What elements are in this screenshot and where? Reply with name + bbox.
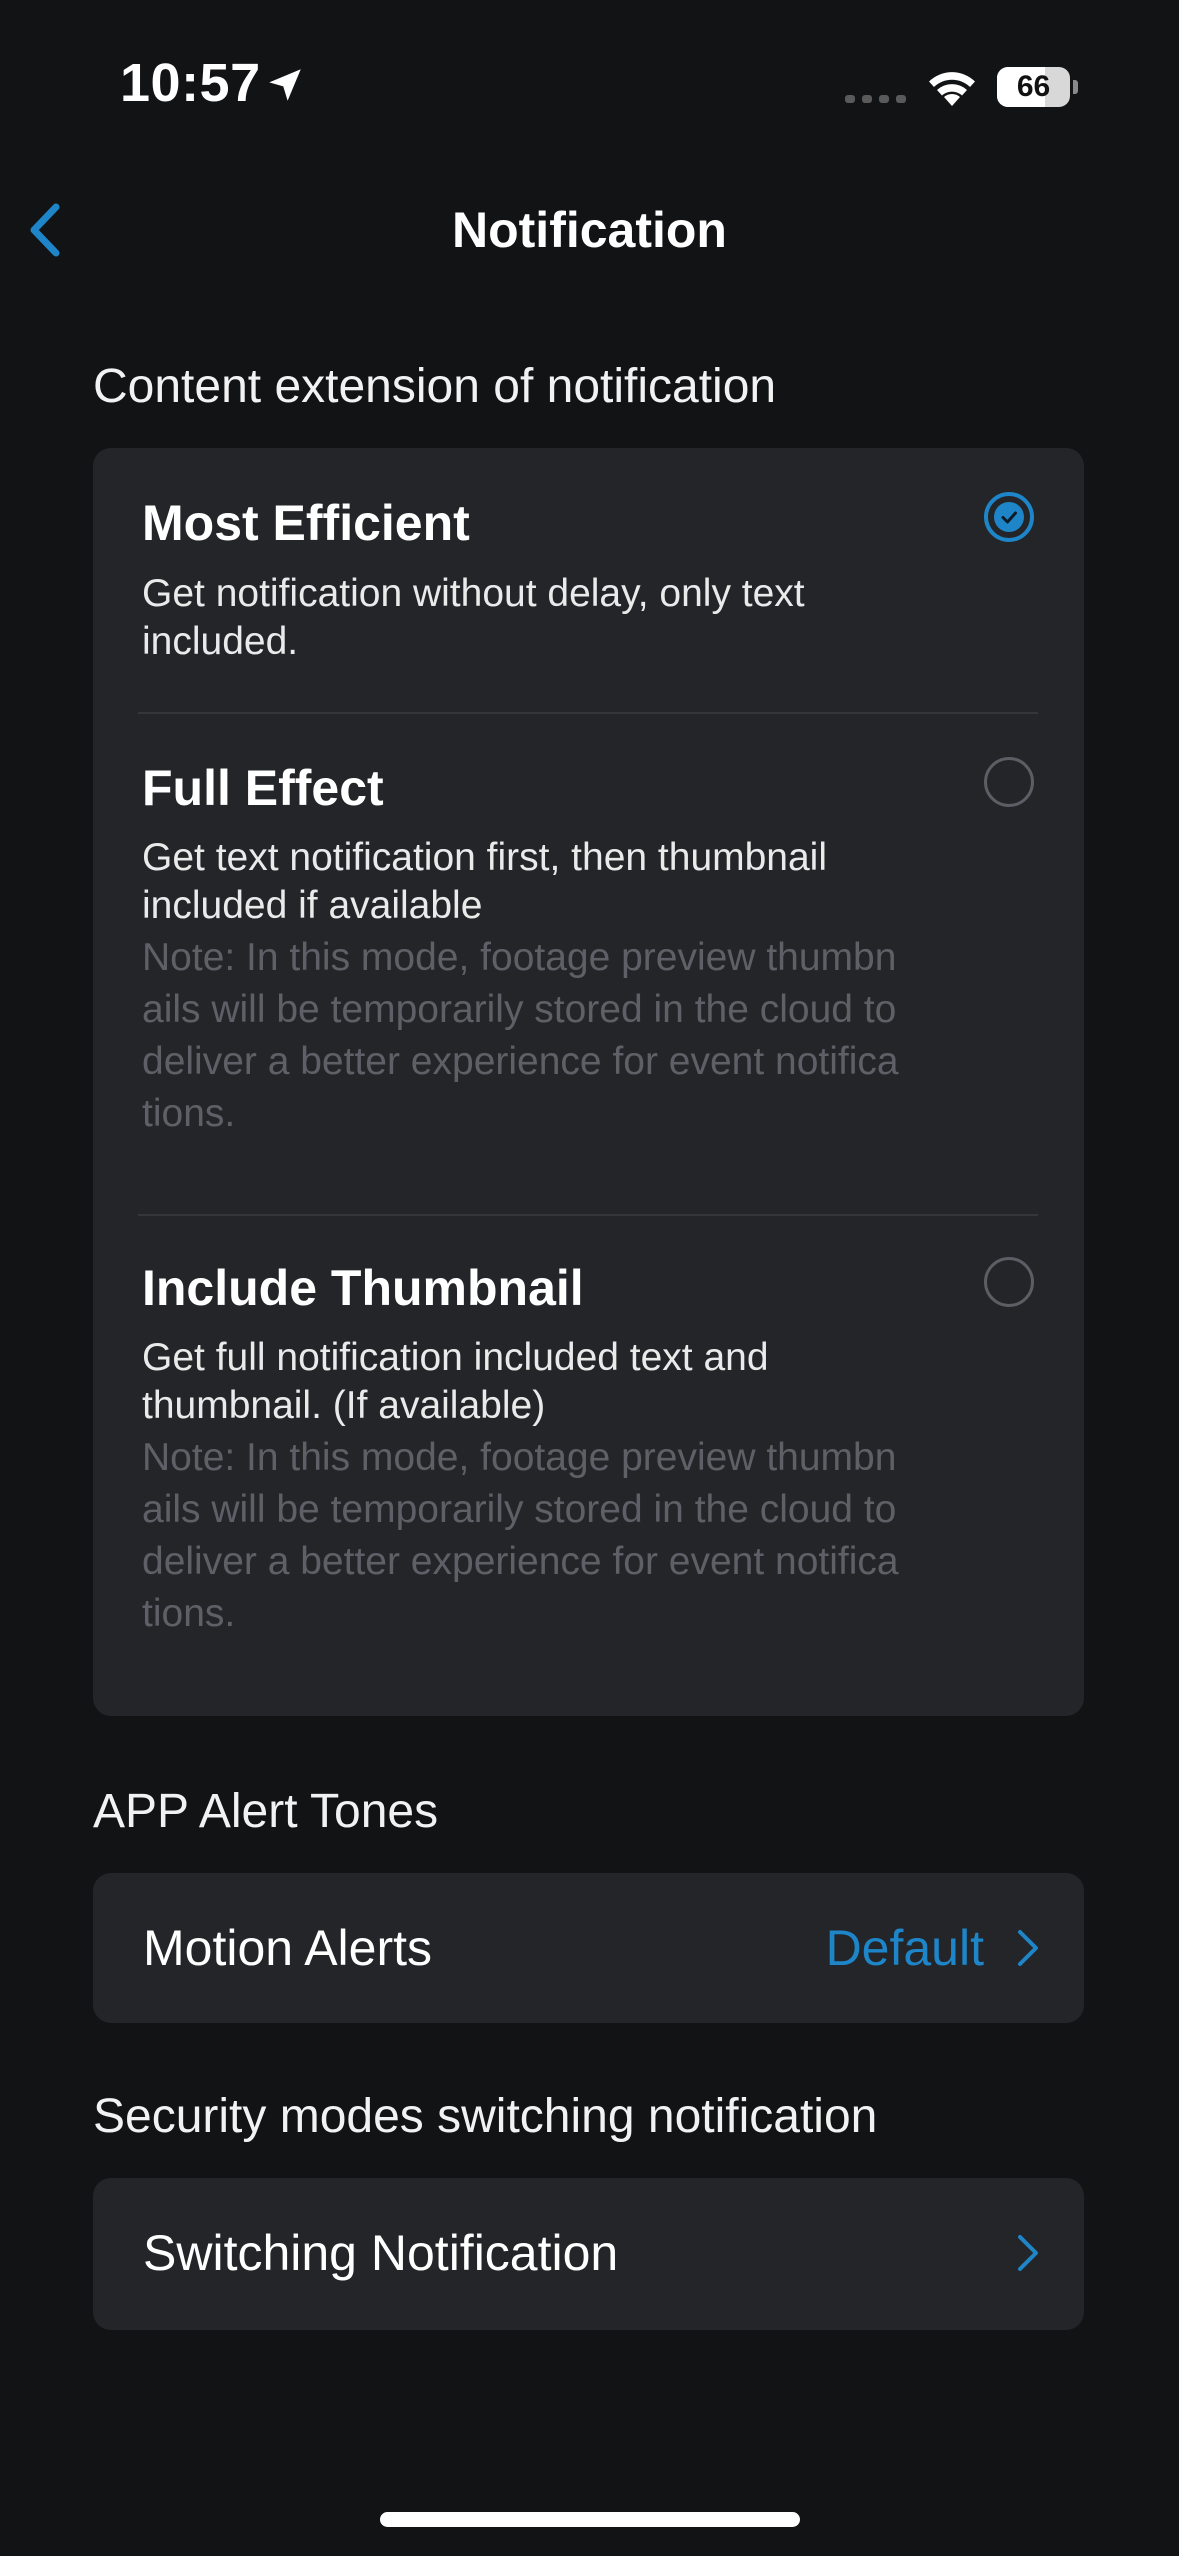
cellular-signal-icon [845,95,906,103]
chevron-right-icon [1018,1930,1038,1966]
radio-button[interactable] [984,1257,1034,1307]
battery-icon: 66 [997,67,1078,107]
radio-button[interactable] [984,757,1034,807]
section-header-security-modes: Security modes switching notification [93,2090,878,2143]
option-title: Include Thumbnail [142,1260,584,1316]
row-label: Switching Notification [143,2225,619,2281]
option-note: Note: In this mode, footage preview thum… [142,936,899,1135]
row-value: Default [825,1920,984,1976]
battery-level: 66 [1016,70,1051,103]
option-description: Get text notification first, then thumbn… [142,836,828,927]
status-bar: 10:57 66 [0,0,1179,175]
content-extension-card: Most Efficient Get notification without … [93,448,1084,1716]
section-header-content-extension: Content extension of notification [93,360,777,413]
wifi-icon [929,72,975,106]
chevron-right-icon [1018,2235,1038,2271]
switching-notification-row[interactable]: Switching Notification [93,2178,1084,2330]
location-arrow-icon [269,69,301,101]
option-include-thumbnail[interactable]: Include Thumbnail Get full notification … [93,1216,1084,1716]
status-time: 10:57 [120,53,261,113]
motion-alerts-row[interactable]: Motion Alerts Default [93,1873,1084,2023]
option-title: Most Efficient [142,495,470,551]
row-label: Motion Alerts [143,1920,433,1976]
page-title: Notification [452,202,727,258]
option-description: Get full notification included text and … [142,1336,769,1427]
option-full-effect[interactable]: Full Effect Get text notification first,… [93,714,1084,1214]
option-most-efficient[interactable]: Most Efficient Get notification without … [93,448,1084,712]
nav-bar: Notification [0,175,1179,285]
option-note: Note: In this mode, footage preview thum… [142,1436,899,1635]
checkmark-icon [994,502,1024,532]
home-indicator [380,2512,800,2527]
section-header-alert-tones: APP Alert Tones [93,1785,439,1838]
radio-button-selected[interactable] [984,492,1034,542]
option-description: Get notification without delay, only tex… [142,572,805,663]
option-title: Full Effect [142,760,384,816]
